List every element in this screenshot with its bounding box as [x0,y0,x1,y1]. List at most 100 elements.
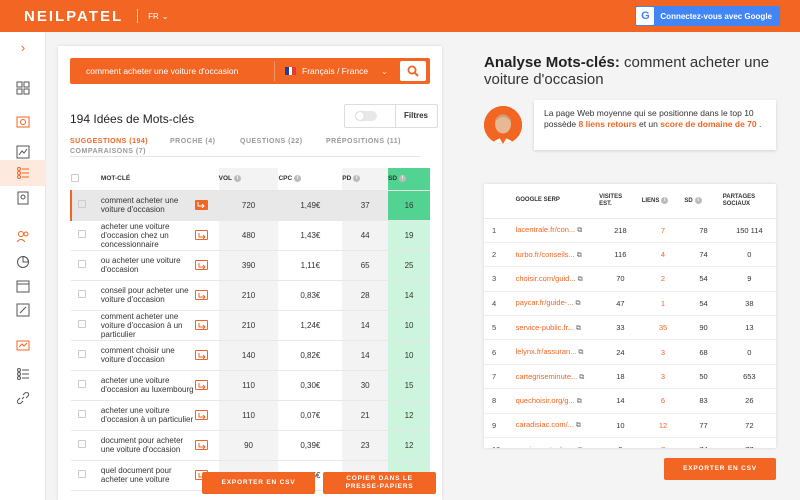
open-keyword-icon[interactable] [194,230,208,240]
row-checkbox[interactable] [77,380,86,388]
serp-url-link[interactable]: lacentrale.fr/con... ⧉ [509,218,600,243]
location-select[interactable]: Français / France ⌄ [274,61,394,81]
links-cell[interactable]: 7 [641,218,685,243]
serp-url-link[interactable]: lelynx.fr/assuran... ⧉ [509,339,600,365]
external-link-icon[interactable]: ⧉ [577,227,582,234]
header-sd: SD i [684,184,723,219]
tab-suggestions[interactable]: SUGGESTIONS (194) [70,138,148,145]
table-row[interactable]: ou acheter une voiture d'occasion 390 1,… [71,250,430,281]
row-checkbox[interactable] [77,410,86,418]
users-icon[interactable] [14,228,32,244]
external-link-icon[interactable]: ⧉ [577,252,582,259]
keyword-cell: comment acheter une voiture d'occasion [92,190,195,221]
row-checkbox[interactable] [77,320,86,328]
google-connect-button[interactable]: G Connectez-vous avec Google [635,6,780,26]
monitor-icon[interactable] [14,338,32,354]
external-link-icon[interactable]: ⧉ [578,447,583,448]
external-link-icon[interactable]: ⧉ [577,398,582,405]
links-cell[interactable]: 3 [641,364,685,390]
header-keyword[interactable]: MOT-CLÉ [92,168,195,191]
keyword-ideas-icon[interactable] [14,165,32,181]
serp-url-link[interactable]: choisir.com/guid... ⧉ [509,266,600,292]
external-link-icon[interactable]: ⧉ [576,325,581,332]
links-cell[interactable]: 1 [641,291,685,317]
site-audit-icon[interactable] [14,114,32,130]
row-checkbox[interactable] [77,260,86,268]
row-checkbox[interactable] [78,200,87,208]
open-keyword-icon[interactable] [194,260,208,270]
table-row[interactable]: comment acheter une voiture d'occasion à… [71,310,430,341]
traffic-chart-icon[interactable] [14,144,32,160]
external-link-icon[interactable]: ⧉ [576,422,581,429]
header-cpc[interactable]: CPC i [278,168,343,191]
serp-url-link[interactable]: service-public.fr... ⧉ [509,315,600,341]
table-row[interactable]: comment choisir une voiture d'occasion 1… [71,340,430,371]
row-checkbox[interactable] [77,350,86,358]
open-keyword-icon[interactable] [194,290,208,300]
search-button[interactable] [400,61,426,81]
language-selector[interactable]: FR ⌄ [148,12,168,21]
open-keyword-icon[interactable] [194,320,208,330]
open-keyword-icon[interactable] [194,410,208,420]
table-row[interactable]: document pour acheter une voiture d'occa… [71,430,430,461]
open-keyword-icon[interactable] [194,200,208,210]
content-ideas-icon[interactable] [14,190,32,206]
links-cell[interactable]: 6 [641,388,685,414]
serp-url-link[interactable]: cartegriseminute... ⧉ [509,364,600,390]
serp-url-link[interactable]: caradisiac.com/... ⧉ [509,413,600,439]
external-link-icon[interactable]: ⧉ [578,276,583,283]
links-cell[interactable]: 4 [641,242,685,268]
top-bar: NEILPATEL FR ⌄ G Connectez-vous avec Goo… [0,0,800,32]
backlinks-icon[interactable] [14,302,32,318]
serp-url-link[interactable]: service.autoplus...⧉ [509,437,600,448]
header-vol[interactable]: VOL i [218,168,279,191]
serp-row: 4 paycar.fr/guide-... ⧉ 47 1 54 38 [484,291,776,317]
table-row[interactable]: acheter une voiture d'occasion à un part… [71,400,430,431]
tab-questions[interactable]: QUESTIONS (22) [240,138,303,145]
serp-url-link[interactable]: turbo.fr/conseils... ⧉ [509,242,600,268]
dashboard-icon[interactable] [14,80,32,96]
header-sd[interactable]: SD i [388,168,430,191]
links-cell[interactable]: 35 [641,315,685,341]
info-icon: i [399,175,407,183]
filter-control[interactable]: Filtres [344,104,438,128]
table-row[interactable]: comment acheter une voiture d'occasion 7… [70,190,430,221]
row-checkbox[interactable] [77,230,86,238]
serp-url-link[interactable]: paycar.fr/guide-... ⧉ [509,291,600,317]
row-checkbox[interactable] [77,470,86,478]
header-pd[interactable]: PD i [342,168,389,191]
external-link-icon[interactable]: ⧉ [579,374,584,381]
export-csv-button[interactable]: EXPORTER EN CSV [202,472,315,494]
serp-url-link[interactable]: quechoisir.org/g... ⧉ [509,388,600,414]
select-all-checkbox[interactable] [71,168,93,191]
open-keyword-icon[interactable] [194,380,208,390]
sd-cell: 14 [388,280,430,311]
open-keyword-icon[interactable] [194,350,208,360]
filter-toggle[interactable] [355,111,377,121]
table-row[interactable]: acheter une voiture d'occasion chez un c… [71,220,430,251]
links-cell[interactable]: 7 [641,437,685,448]
keyword-search-input[interactable] [76,61,270,81]
analytics-icon[interactable] [14,254,32,270]
table-row[interactable]: acheter une voiture d'occasion au luxemb… [71,370,430,401]
external-link-icon[interactable]: ⧉ [578,349,583,356]
export-serp-csv-button[interactable]: EXPORTER EN CSV [664,458,776,480]
expand-sidebar-icon[interactable]: › [0,32,46,62]
serp-row: 7 cartegriseminute... ⧉ 18 3 50 653 [484,364,776,390]
tab-prepositions[interactable]: PRÉPOSITIONS (11) [326,138,401,145]
tab-comparaisons[interactable]: COMPARAISONS (7) [70,148,146,155]
calendar-icon[interactable] [14,278,32,294]
links-cell[interactable]: 12 [641,413,685,439]
tab-proche[interactable]: PROCHE (4) [170,138,215,145]
table-row[interactable]: conseil pour acheter une voiture d'occas… [71,280,430,311]
row-checkbox[interactable] [77,290,86,298]
rank-list-icon[interactable] [14,366,32,382]
link-icon[interactable] [14,390,32,406]
links-cell[interactable]: 2 [641,266,685,292]
row-checkbox[interactable] [77,440,86,448]
brand-logo[interactable]: NEILPATEL [24,8,123,25]
links-cell[interactable]: 3 [641,339,685,365]
external-link-icon[interactable]: ⧉ [576,300,581,307]
copy-clipboard-button[interactable]: COPIER DANS LE PRESSE-PAPIERS [323,472,436,494]
open-keyword-icon[interactable] [194,440,208,450]
